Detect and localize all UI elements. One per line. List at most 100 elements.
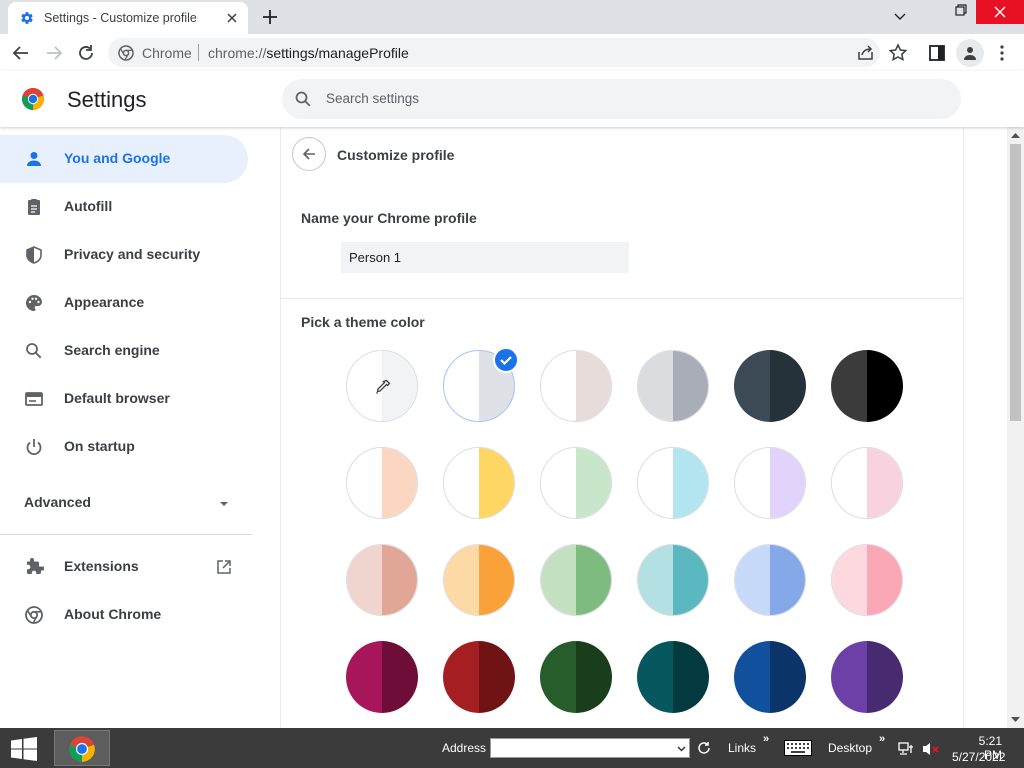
theme-color-swatch[interactable] — [734, 544, 806, 616]
sidebar-item-on-startup[interactable]: On startup — [0, 423, 248, 471]
taskbar-address-input[interactable] — [490, 738, 690, 758]
taskbar-chrome-button[interactable] — [54, 730, 110, 766]
swatch-left-half — [541, 545, 576, 615]
refresh-icon[interactable] — [696, 740, 712, 756]
theme-color-swatch[interactable] — [637, 641, 709, 713]
page-scrollbar[interactable] — [1007, 127, 1024, 728]
theme-color-swatch[interactable] — [443, 544, 515, 616]
theme-color-swatch[interactable] — [637, 544, 709, 616]
chevron-right-icon[interactable]: » — [879, 733, 885, 745]
chevron-down-icon[interactable] — [677, 745, 686, 753]
sidebar-item-label: Privacy and security — [64, 246, 201, 262]
caret-down-icon — [220, 502, 228, 506]
theme-color-swatch[interactable] — [346, 544, 418, 616]
shield-icon — [26, 246, 42, 264]
swatch-right-half — [576, 545, 611, 615]
swatch-left-half — [832, 448, 867, 518]
address-bar[interactable]: Chrome chrome://settings/manageProfile — [108, 38, 880, 67]
tab-title: Settings - Customize profile — [44, 11, 197, 25]
theme-color-swatch[interactable] — [831, 350, 903, 422]
profile-avatar[interactable] — [956, 39, 984, 67]
theme-color-swatch[interactable] — [734, 641, 806, 713]
swatch-right-half — [673, 641, 709, 713]
theme-color-swatch[interactable] — [346, 447, 418, 519]
scrollbar-thumb[interactable] — [1010, 144, 1021, 421]
swatch-left-half — [540, 641, 576, 713]
bookmark-star-icon[interactable] — [887, 42, 909, 64]
swatch-left-half — [443, 641, 479, 713]
swatch-right-half — [867, 641, 903, 713]
volume-muted-icon[interactable] — [922, 741, 940, 757]
external-link-icon — [217, 560, 231, 574]
chrome-logo-icon — [25, 606, 43, 624]
swatch-right-half — [382, 448, 417, 518]
omnibox-separator — [198, 44, 199, 61]
theme-color-swatch[interactable] — [540, 350, 612, 422]
close-tab-icon[interactable] — [224, 10, 240, 26]
puzzle-icon — [27, 558, 44, 574]
theme-color-swatch[interactable] — [637, 447, 709, 519]
custom-color-swatch[interactable] — [346, 350, 418, 422]
theme-color-swatch[interactable] — [540, 641, 612, 713]
sidebar-item-search-engine[interactable]: Search engine — [0, 327, 248, 375]
browser-icon — [25, 392, 43, 406]
taskbar-date[interactable]: 5/27/2022 — [952, 750, 1005, 764]
sidebar-item-label: On startup — [64, 438, 135, 454]
search-icon — [295, 91, 311, 107]
tab-settings[interactable]: Settings - Customize profile — [8, 2, 248, 34]
swatch-right-half — [770, 545, 805, 615]
sidebar-item-label: Default browser — [64, 390, 170, 406]
theme-color-swatch[interactable] — [831, 641, 903, 713]
sidebar-item-label: You and Google — [64, 150, 171, 166]
theme-color-swatch[interactable] — [831, 544, 903, 616]
scroll-down-arrow-icon[interactable] — [1011, 715, 1020, 724]
selected-check-badge — [493, 347, 519, 373]
close-window-icon[interactable] — [976, 0, 1024, 24]
site-chip: Chrome — [142, 45, 192, 61]
back-arrow-icon[interactable] — [10, 42, 32, 64]
browser-toolbar: Chrome chrome://settings/manageProfile — [0, 34, 1024, 72]
side-panel-icon[interactable] — [926, 42, 948, 64]
swatch-right-half — [479, 545, 514, 615]
swatch-right-half — [770, 448, 805, 518]
chevron-down-icon[interactable] — [880, 0, 920, 30]
sidebar-item-label: Search engine — [64, 342, 160, 358]
taskbar-links-label[interactable]: Links — [728, 741, 756, 755]
swatch-left-half — [347, 448, 382, 518]
sidebar-item-appearance[interactable]: Appearance — [0, 279, 248, 327]
theme-color-swatch[interactable] — [540, 544, 612, 616]
theme-color-swatch[interactable] — [831, 447, 903, 519]
sidebar-item-autofill[interactable]: Autofill — [0, 183, 248, 231]
tab-strip: Settings - Customize profile — [0, 0, 1024, 34]
swatch-left-half — [831, 641, 867, 713]
restore-window-icon[interactable] — [940, 0, 980, 30]
sidebar-item-privacy-and-security[interactable]: Privacy and security — [0, 231, 248, 279]
swatch-right-half — [382, 545, 417, 615]
search-settings-bar[interactable]: Search settings — [282, 79, 961, 119]
reload-icon[interactable] — [75, 42, 97, 64]
taskbar-desktop-label[interactable]: Desktop — [828, 741, 872, 755]
forward-arrow-icon[interactable] — [43, 42, 65, 64]
sidebar-item-extensions[interactable]: Extensions — [0, 543, 248, 591]
more-menu-icon[interactable] — [991, 42, 1013, 64]
sidebar-item-default-browser[interactable]: Default browser — [0, 375, 248, 423]
sidebar-advanced-toggle[interactable]: Advanced — [0, 487, 248, 519]
sidebar-item-you-and-google[interactable]: You and Google — [0, 135, 248, 183]
gear-icon — [21, 12, 33, 24]
theme-color-swatch[interactable] — [540, 447, 612, 519]
clipboard-icon — [28, 199, 40, 215]
keyboard-icon[interactable] — [784, 740, 812, 756]
windows-start-icon[interactable] — [10, 737, 38, 761]
theme-color-swatch[interactable] — [734, 447, 806, 519]
share-icon[interactable] — [855, 42, 877, 64]
chevron-right-icon[interactable]: » — [763, 733, 769, 745]
theme-color-swatch[interactable] — [637, 350, 709, 422]
new-tab-icon[interactable] — [260, 7, 280, 27]
network-icon[interactable] — [898, 741, 914, 757]
theme-color-swatch[interactable] — [734, 350, 806, 422]
scroll-up-arrow-icon[interactable] — [1011, 131, 1020, 140]
theme-color-swatch[interactable] — [346, 641, 418, 713]
theme-color-swatch[interactable] — [443, 447, 515, 519]
theme-color-swatch[interactable] — [443, 641, 515, 713]
sidebar-item-about-chrome[interactable]: About Chrome — [0, 591, 248, 639]
